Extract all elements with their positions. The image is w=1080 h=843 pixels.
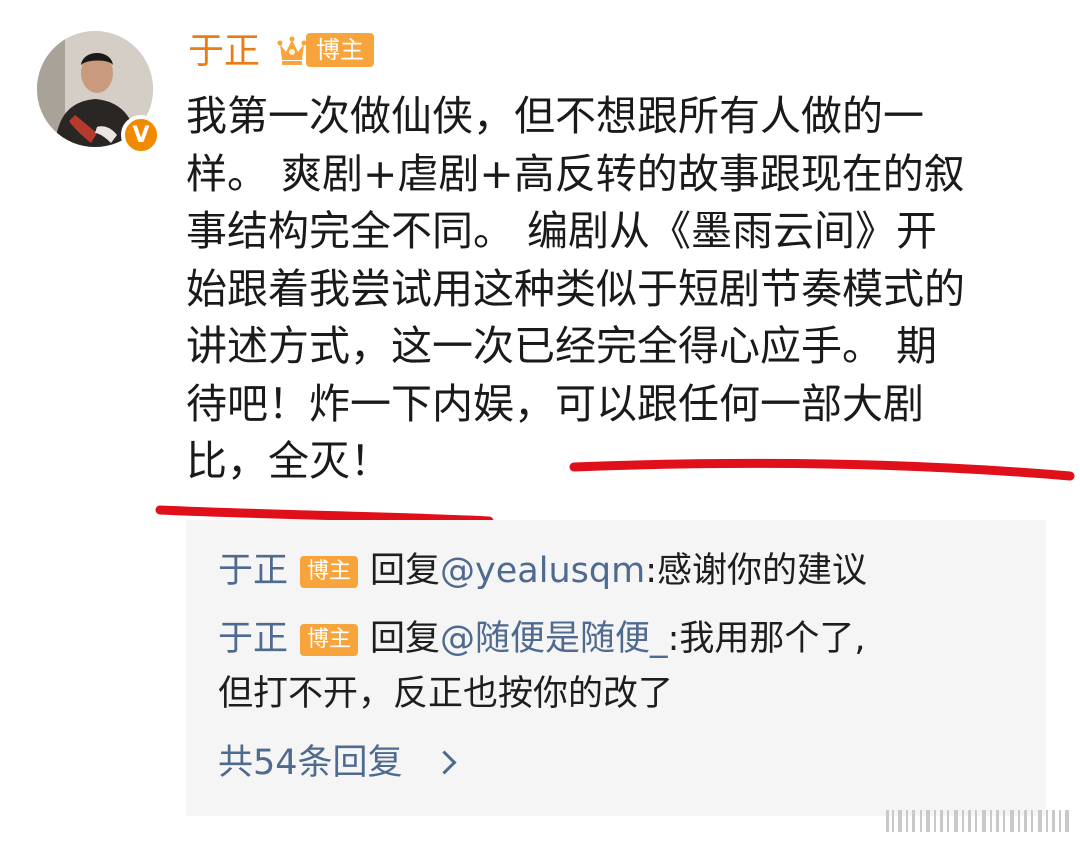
blogger-badge: 博主 — [300, 624, 359, 656]
reply-item[interactable]: 于正 博主 回复@yealusqm:感谢你的建议 — [218, 548, 867, 594]
reply-author-name[interactable]: 于正 — [218, 551, 288, 591]
reply-text: :我用那个了, — [667, 619, 866, 659]
reply-text: :感谢你的建议 — [645, 551, 867, 591]
reply-item[interactable]: 于正 博主 回复@随便是随便_:我用那个了, — [218, 616, 865, 662]
reply-prefix: 回复 — [370, 619, 441, 659]
more-replies-link[interactable]: 共54条回复 — [218, 740, 403, 786]
reply-author-name[interactable]: 于正 — [218, 619, 288, 659]
reply-text-continued: 但打不开，反正也按你的改了 — [218, 674, 674, 714]
watermark-mark — [886, 810, 1069, 832]
mention-link[interactable]: @随便是随便_ — [440, 619, 668, 659]
mention-link[interactable]: @yealusqm — [440, 551, 645, 591]
blogger-badge: 博主 — [300, 556, 359, 588]
reply-prefix: 回复 — [370, 551, 441, 591]
